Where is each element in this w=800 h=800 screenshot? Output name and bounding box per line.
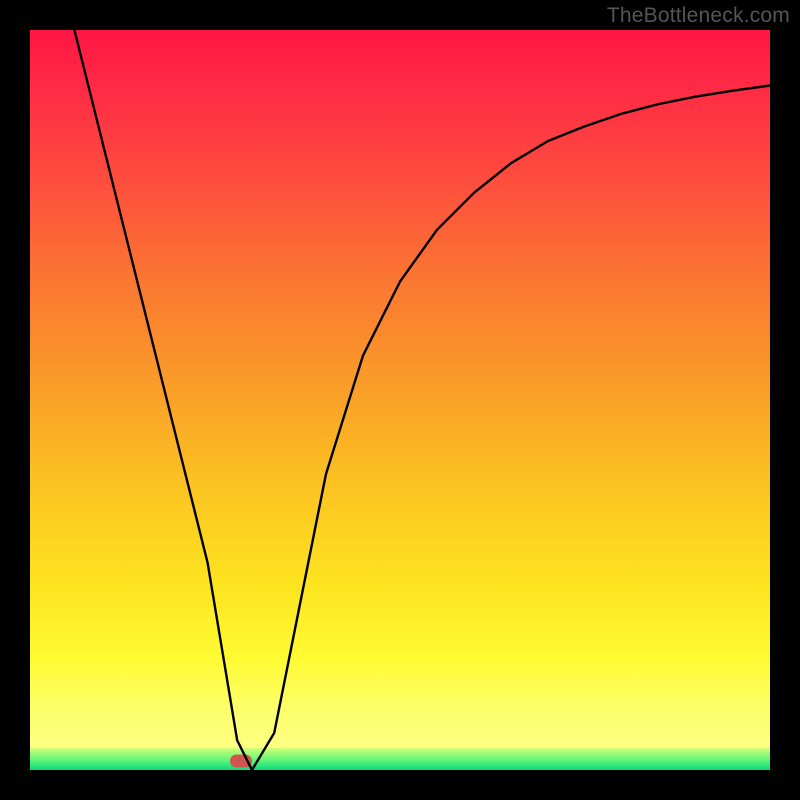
watermark-label: TheBottleneck.com <box>607 4 790 28</box>
green-gradient-band <box>30 748 770 770</box>
curve-plot-icon <box>30 30 770 770</box>
plot-area <box>30 30 770 770</box>
chart-container: TheBottleneck.com <box>0 0 800 800</box>
minimum-marker-icon <box>230 755 252 768</box>
